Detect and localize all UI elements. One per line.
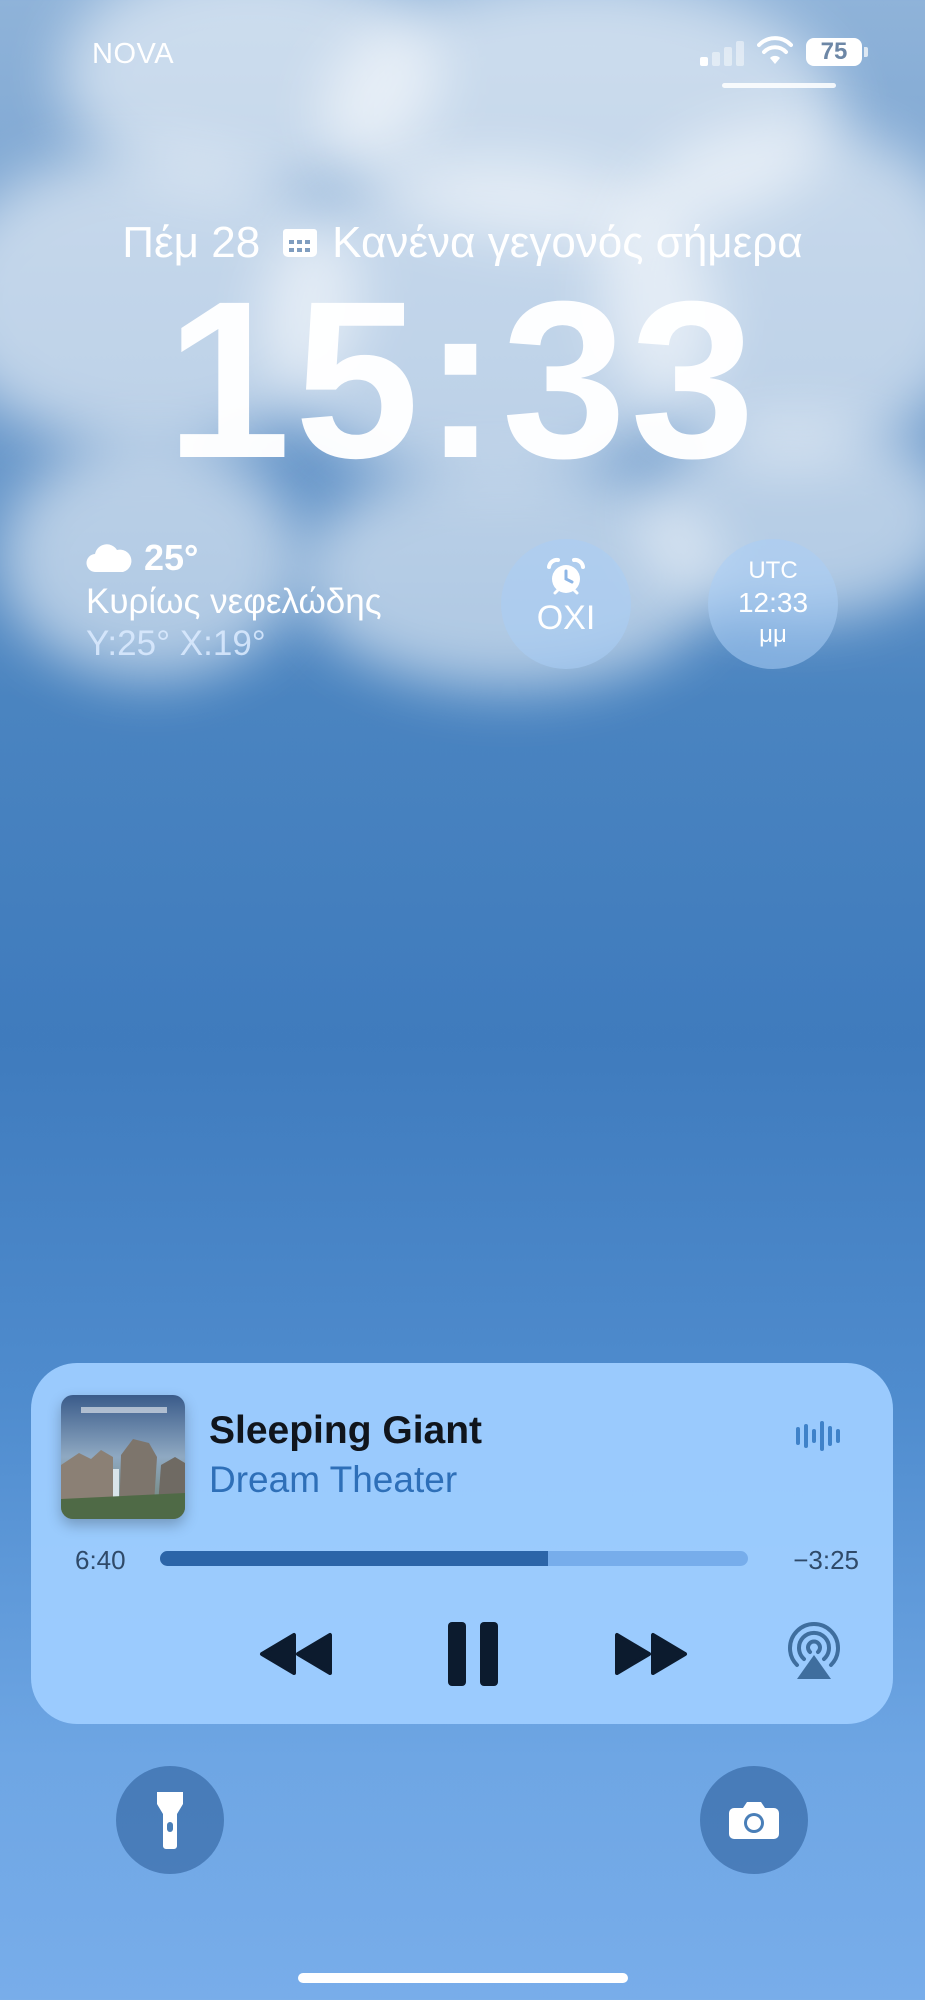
pause-icon bbox=[448, 1622, 498, 1686]
rewind-icon bbox=[260, 1633, 332, 1675]
weather-condition: Κυρίως νεφελώδης bbox=[86, 582, 382, 621]
weather-temperature: 25° bbox=[144, 537, 199, 578]
alarm-label: ΟΧΙ bbox=[536, 599, 596, 637]
track-title: Sleeping Giant bbox=[209, 1409, 483, 1452]
airplay-button[interactable] bbox=[783, 1617, 845, 1683]
playback-progress-fill bbox=[160, 1551, 549, 1566]
alarm-widget[interactable]: ΟΧΙ bbox=[501, 539, 631, 669]
weather-high-low: Υ:25° Χ:19° bbox=[86, 624, 266, 663]
carrier-label: NOVA bbox=[92, 38, 175, 70]
camera-button[interactable] bbox=[700, 1766, 808, 1874]
pause-button[interactable] bbox=[433, 1611, 513, 1697]
fast-forward-button[interactable] bbox=[596, 1619, 706, 1689]
world-clock-zone: UTC bbox=[748, 557, 798, 584]
cellular-signal-icon bbox=[700, 40, 744, 66]
fast-forward-icon bbox=[615, 1633, 687, 1675]
world-clock-widget[interactable]: UTC 12:33 μμ bbox=[708, 539, 838, 669]
audio-waveform-icon bbox=[796, 1421, 840, 1451]
home-indicator[interactable] bbox=[298, 1973, 628, 1983]
battery-indicator: 75 bbox=[806, 38, 862, 66]
track-artist[interactable]: Dream Theater bbox=[209, 1459, 457, 1501]
alarm-clock-icon bbox=[547, 557, 585, 595]
status-bar: NOVA 75 bbox=[0, 0, 925, 100]
camera-icon bbox=[729, 1802, 779, 1839]
cloud-icon bbox=[86, 544, 132, 573]
battery-cap bbox=[864, 47, 868, 57]
album-art[interactable] bbox=[61, 1395, 185, 1519]
world-clock-time: 12:33 bbox=[737, 587, 809, 618]
wifi-icon bbox=[757, 36, 793, 64]
status-indicator-bar bbox=[722, 83, 836, 88]
remaining-time: −3:25 bbox=[793, 1545, 859, 1575]
now-playing-card[interactable]: Sleeping Giant Dream Theater 6:40 −3:25 bbox=[31, 1363, 893, 1724]
weather-widget[interactable]: 25° Κυρίως νεφελώδης Υ:25° Χ:19° bbox=[86, 536, 426, 664]
rewind-button[interactable] bbox=[241, 1619, 351, 1689]
airplay-icon bbox=[788, 1622, 840, 1679]
flashlight-icon bbox=[157, 1792, 183, 1849]
elapsed-time: 6:40 bbox=[75, 1545, 126, 1575]
lock-clock: 15:33 bbox=[166, 255, 759, 505]
flashlight-button[interactable] bbox=[116, 1766, 224, 1874]
world-clock-period: μμ bbox=[759, 621, 787, 648]
playback-scrubber[interactable] bbox=[160, 1551, 748, 1566]
